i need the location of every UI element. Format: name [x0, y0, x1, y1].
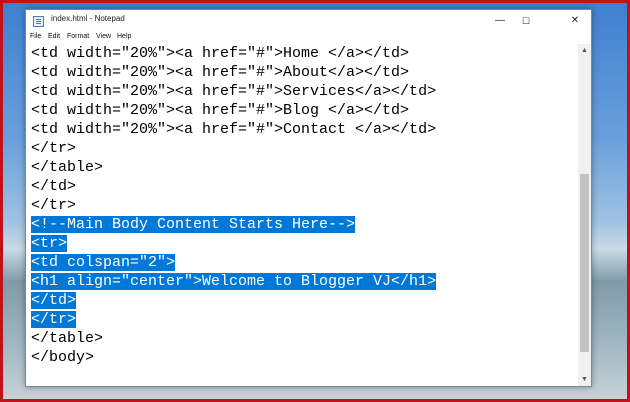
code-line: <h1 align="center">Welcome to Blogger VJ… — [31, 272, 437, 291]
code-line: </table> — [31, 158, 436, 177]
menu-format[interactable]: Format — [67, 33, 89, 40]
scroll-up-arrow-icon[interactable]: ▲ — [578, 44, 591, 57]
close-button[interactable]: ✕ — [562, 10, 588, 32]
code-line: <td width="20%"><a href="#">Contact </a>… — [31, 120, 436, 139]
code-text: </table> — [31, 330, 104, 347]
code-line: </tr> — [31, 196, 436, 215]
code-line: <td width="20%"><a href="#">About</a></t… — [31, 63, 436, 82]
selected-code-text: <h1 align="center">Welcome to Blogger VJ… — [31, 273, 437, 290]
code-line: <td colspan="2"> — [31, 253, 436, 272]
code-line: </body> — [31, 348, 436, 367]
notepad-window: index.html - Notepad — ☐ ✕ File Edit For… — [25, 9, 592, 387]
menu-edit[interactable]: Edit — [48, 33, 60, 40]
title-bar[interactable]: index.html - Notepad — ☐ ✕ — [26, 10, 591, 32]
selected-code-text: <td colspan="2"> — [31, 254, 176, 271]
notepad-app-icon — [33, 16, 44, 27]
maximize-button[interactable]: ☐ — [513, 10, 539, 32]
code-text: <td width="20%"><a href="#">Blog </a></t… — [31, 102, 410, 119]
selected-code-text: </tr> — [31, 311, 77, 328]
code-text: <td width="20%"><a href="#">Home </a></t… — [31, 45, 410, 62]
editor-text: <td width="20%"><a href="#">Home </a></t… — [31, 44, 437, 367]
code-text: </tr> — [31, 197, 77, 214]
selected-code-text: </td> — [31, 292, 77, 309]
code-line: <td width="20%"><a href="#">Services</a>… — [31, 82, 436, 101]
vertical-scrollbar[interactable]: ▲ ▼ — [578, 44, 591, 386]
code-line: </td> — [31, 291, 436, 310]
code-text: <td width="20%"><a href="#">About</a></t… — [31, 64, 410, 81]
selected-code-text: <!--Main Body Content Starts Here--> — [31, 216, 356, 233]
code-line: </tr> — [31, 139, 436, 158]
code-line: </td> — [31, 177, 436, 196]
scrollbar-thumb[interactable] — [580, 174, 589, 352]
code-line: <!--Main Body Content Starts Here--> — [31, 215, 436, 234]
menu-view[interactable]: View — [96, 33, 111, 40]
minimize-button[interactable]: — — [487, 10, 513, 32]
code-text: </tr> — [31, 140, 77, 157]
menu-bar: File Edit Format View Help — [26, 32, 591, 44]
code-text: </td> — [31, 178, 77, 195]
code-line: <td width="20%"><a href="#">Blog </a></t… — [31, 101, 436, 120]
text-editor-area[interactable]: <td width="20%"><a href="#">Home </a></t… — [26, 44, 578, 386]
window-title: index.html - Notepad — [51, 14, 125, 23]
code-line: </table> — [31, 329, 436, 348]
selected-code-text: <tr> — [31, 235, 68, 252]
code-line: <tr> — [31, 234, 436, 253]
menu-file[interactable]: File — [30, 33, 41, 40]
code-line: </tr> — [31, 310, 436, 329]
menu-help[interactable]: Help — [117, 33, 131, 40]
scroll-down-arrow-icon[interactable]: ▼ — [578, 373, 591, 386]
code-line: <td width="20%"><a href="#">Home </a></t… — [31, 44, 436, 63]
code-text: </body> — [31, 349, 95, 366]
code-text: <td width="20%"><a href="#">Contact </a>… — [31, 121, 437, 138]
code-text: </table> — [31, 159, 104, 176]
code-text: <td width="20%"><a href="#">Services</a>… — [31, 83, 437, 100]
